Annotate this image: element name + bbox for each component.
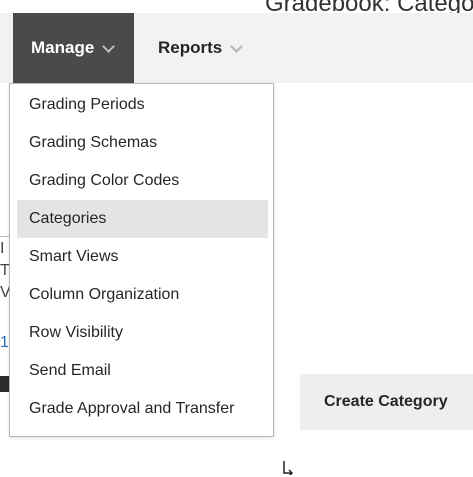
manage-menu-button[interactable]: Manage [13, 13, 134, 83]
create-category-button[interactable]: Create Category [300, 374, 473, 430]
menu-item-grade-approval-and-transfer[interactable]: Grade Approval and Transfer [17, 390, 268, 428]
menu-item-grading-color-codes[interactable]: Grading Color Codes [17, 162, 268, 200]
menu-item-smart-views[interactable]: Smart Views [17, 238, 268, 276]
chevron-down-icon [102, 39, 116, 53]
reports-menu-button[interactable]: Reports [134, 13, 260, 83]
menu-item-row-visibility[interactable]: Row Visibility [17, 314, 268, 352]
menu-item-send-email[interactable]: Send Email [17, 352, 268, 390]
manage-dropdown-menu: Grading Periods Grading Schemas Grading … [9, 83, 274, 437]
menu-item-column-organization[interactable]: Column Organization [17, 276, 268, 314]
manage-label: Manage [31, 38, 95, 57]
menu-item-categories[interactable]: Categories [17, 200, 268, 238]
menu-item-grading-periods[interactable]: Grading Periods [17, 86, 268, 124]
reports-label: Reports [158, 38, 223, 57]
chevron-down-icon [230, 39, 244, 53]
pointer-cursor-icon [283, 461, 293, 475]
menu-item-grading-schemas[interactable]: Grading Schemas [17, 124, 268, 162]
